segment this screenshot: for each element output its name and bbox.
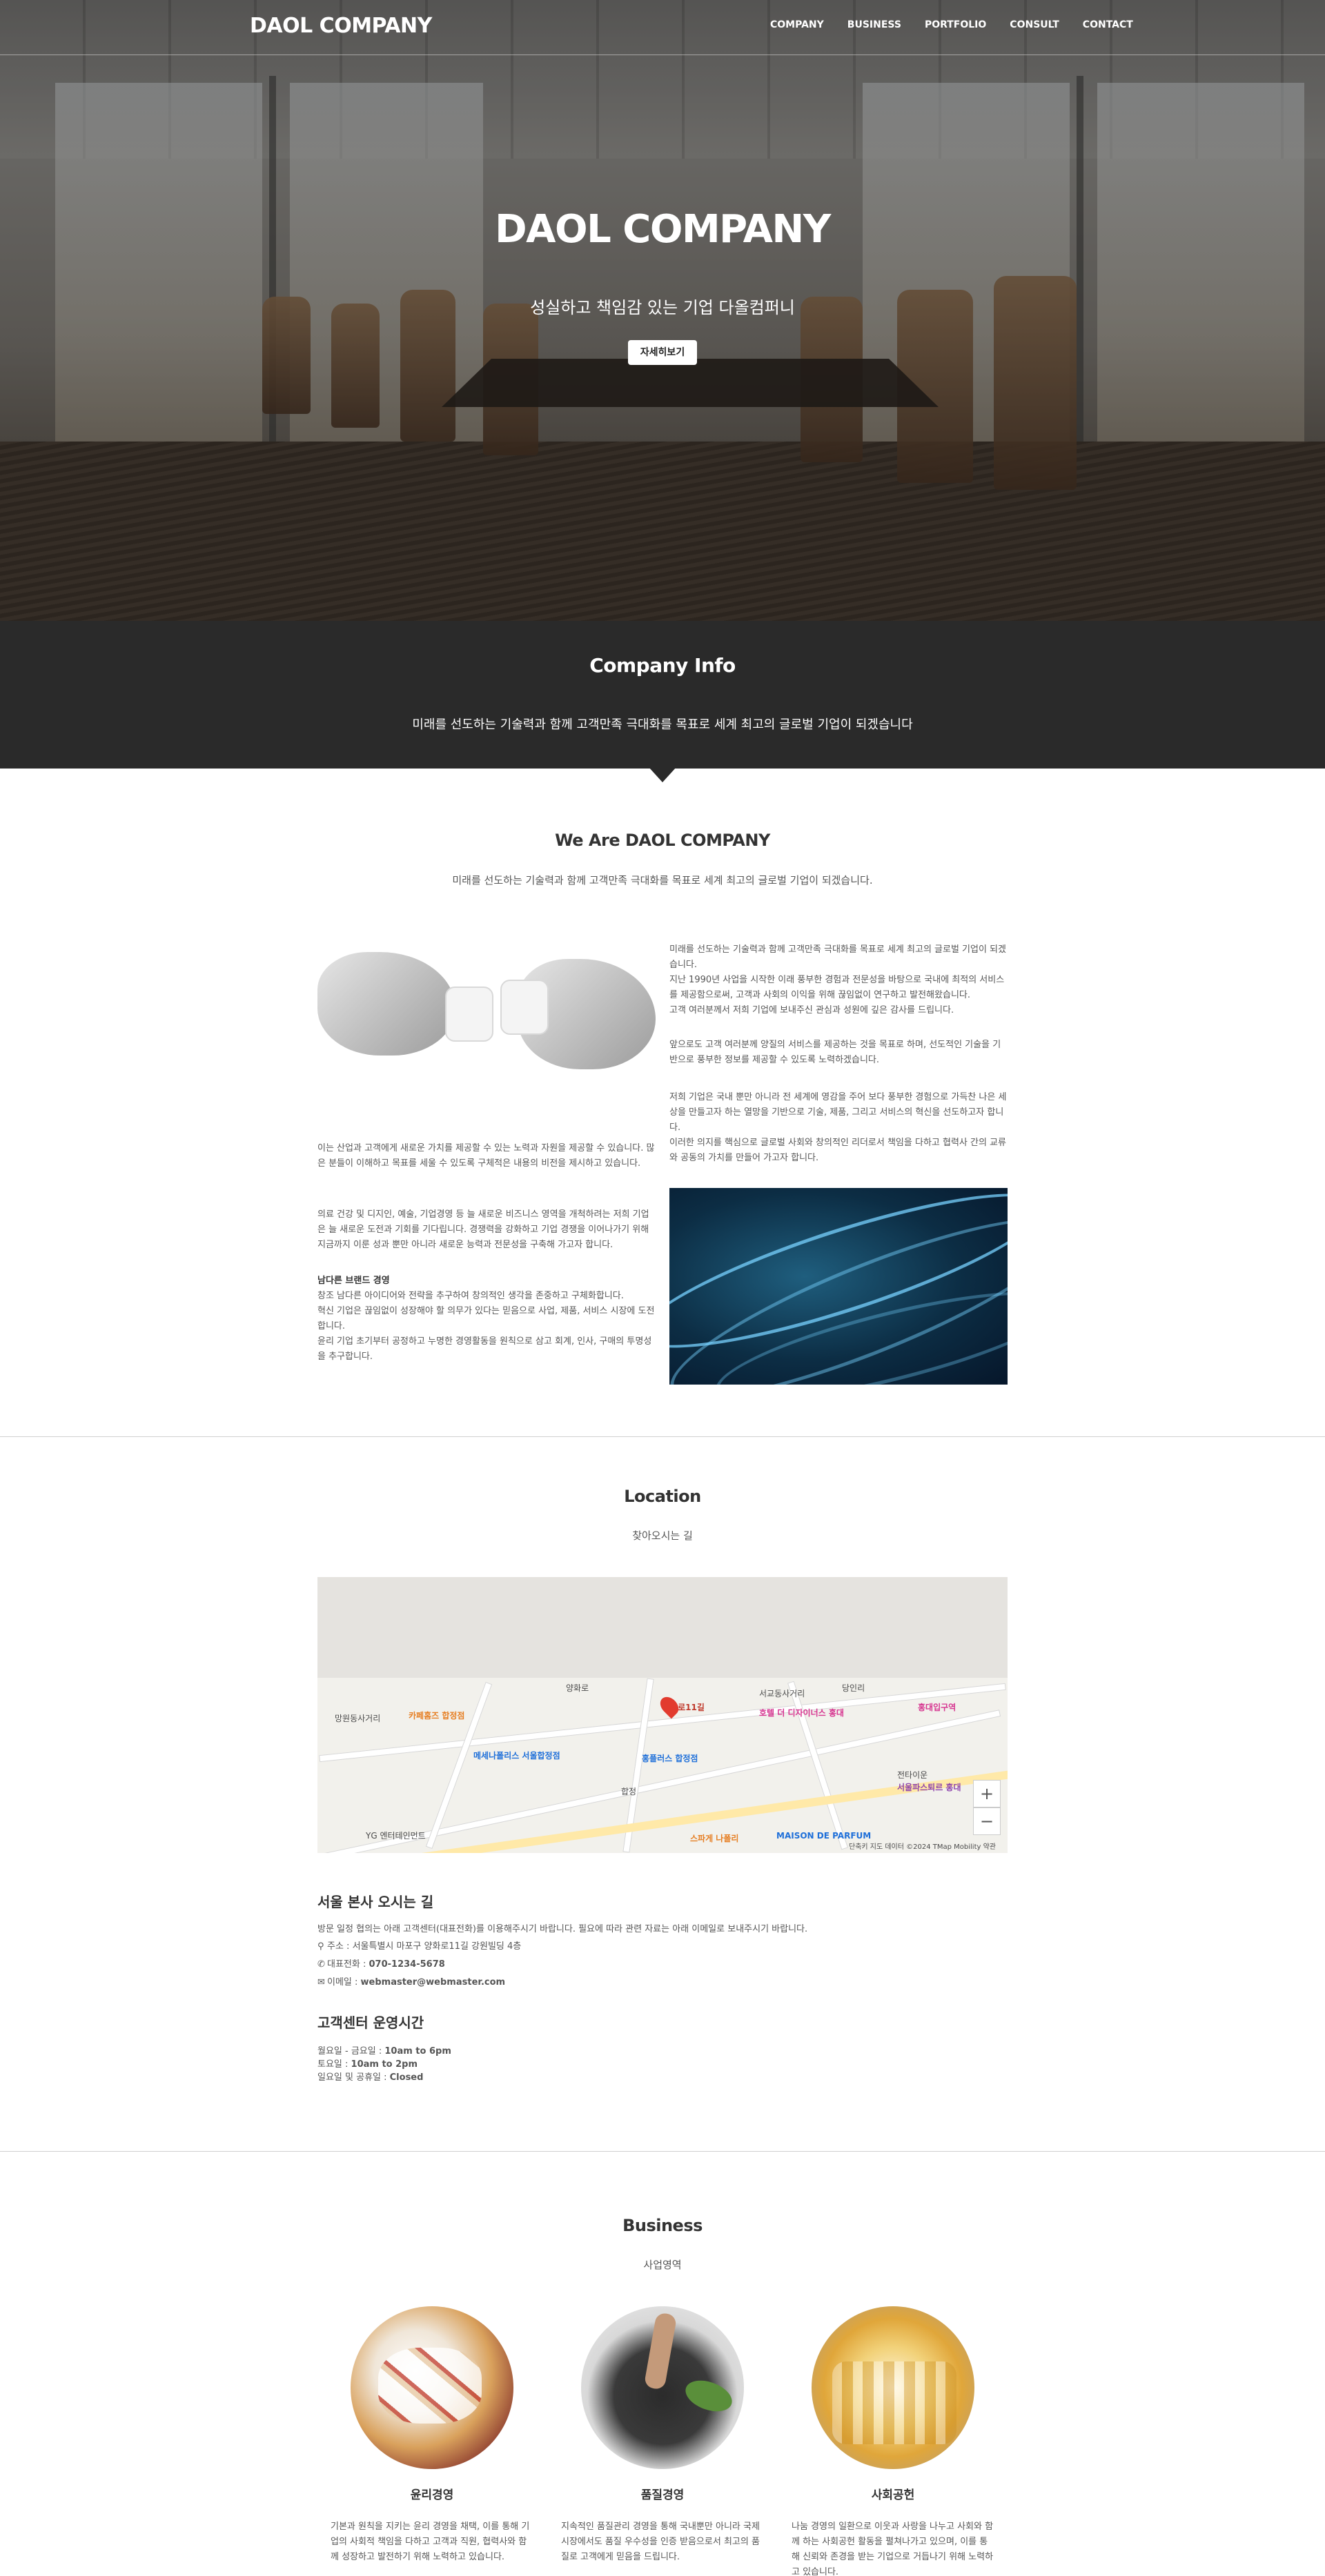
company-info-text: 미래를 선도하는 기술력과 함께 고객만족 극대화를 목표로 세계 최고의 글로… bbox=[412, 717, 913, 732]
address-label: 주소 : bbox=[327, 1941, 353, 1952]
hours-line: 월요일 - 금요일 : 10am to 6pm bbox=[317, 2043, 451, 2057]
map-road bbox=[319, 1683, 1006, 1763]
pills-texture bbox=[378, 2348, 482, 2424]
weare-subtitle: 미래를 선도하는 기술력과 함께 고객만족 극대화를 목표로 세계 최고의 글로… bbox=[452, 874, 873, 886]
address-line: ⚲ 주소 : 서울특별시 마포구 양화로11길 강원빌딩 4층 bbox=[317, 1939, 521, 1952]
hours-label: 월요일 - 금요일 : bbox=[317, 2046, 385, 2057]
business-item-text: 기본과 원칙을 지키는 윤리 경영을 채택, 이를 통해 기업의 사회적 책임을… bbox=[331, 2521, 530, 2562]
weare-paragraph-5: 의료 건강 및 디지인, 예술, 기업경영 등 늘 새로운 비즈니스 영역을 개… bbox=[317, 1209, 649, 1250]
address-value: 서울특별시 마포구 양화로11길 강원빌딩 4층 bbox=[352, 1941, 522, 1952]
phone-value[interactable]: 070-1234-5678 bbox=[369, 1959, 445, 1970]
business-item-text: 나눔 경영의 일환으로 이웃과 사랑을 나누고 사회와 함께 하는 사회공헌 활… bbox=[792, 2521, 994, 2576]
map-label: YG 엔터테인먼트 bbox=[366, 1831, 426, 1841]
business-item-text: 지속적인 품질관리 경영을 통해 국내뿐만 아니라 국제시장에서도 품질 우수성… bbox=[561, 2521, 760, 2562]
weare-title: We Are DAOL COMPANY bbox=[555, 831, 770, 850]
map-label: 전타이운 bbox=[897, 1770, 928, 1780]
map-label: 합정 bbox=[621, 1787, 637, 1796]
phone-icon: ✆ bbox=[317, 1959, 325, 1970]
dna-image bbox=[669, 1188, 1008, 1385]
email-line: ✉ 이메일 : webmaster@webmaster.com bbox=[317, 1974, 505, 1988]
map-label: 양화로 bbox=[566, 1683, 589, 1693]
menu-item-portfolio[interactable]: PORTFOLIO bbox=[925, 19, 986, 30]
map-poi: 스파게 나폴리 bbox=[690, 1834, 739, 1843]
puzzle-piece bbox=[445, 987, 493, 1042]
weare-paragraph-1: 미래를 선도하는 기술력과 함께 고객만족 극대화를 목표로 세계 최고의 글로… bbox=[669, 944, 1006, 1015]
bottles-texture bbox=[832, 2361, 956, 2444]
left-hand bbox=[317, 952, 455, 1056]
map-poi: 서울파스퇴르 홍대 bbox=[897, 1783, 961, 1792]
map-label: 당인리 bbox=[842, 1683, 865, 1693]
menu-item-contact[interactable]: CONTACT bbox=[1083, 19, 1133, 30]
location-title: Location bbox=[624, 1487, 701, 1506]
hours-value: Closed bbox=[389, 2072, 424, 2083]
site-logo[interactable]: DAOL COMPANY bbox=[250, 14, 432, 38]
map-poi: MAISON DE PARFUM bbox=[776, 1831, 872, 1841]
brand-text: 창조 남다른 아이디어와 전략을 추구하여 창의적인 생각을 존중하고 구체화합… bbox=[317, 1291, 655, 1362]
hours-value: 10am to 6pm bbox=[384, 2046, 451, 2057]
pestle-hand bbox=[643, 2312, 678, 2390]
puzzle-hands-image bbox=[317, 938, 656, 1087]
hours-line: 토요일 : 10am to 2pm bbox=[317, 2057, 418, 2070]
phone-line: ✆ 대표전화 : 070-1234-5678 bbox=[317, 1956, 445, 1970]
map-poi: 메세나폴리스 서울합정점 bbox=[473, 1751, 560, 1761]
map-poi: 홍플러스 합정점 bbox=[642, 1754, 698, 1763]
puzzle-piece bbox=[500, 980, 549, 1035]
brand-heading: 남다른 브랜드 경영 bbox=[317, 1274, 656, 1289]
hours-label: 일요일 및 공휴일 : bbox=[317, 2072, 390, 2083]
herb-leaves bbox=[681, 2375, 736, 2417]
map-poi: 홍대입구역 bbox=[918, 1703, 956, 1712]
top-navigation: DAOL COMPANY COMPANY BUSINESS PORTFOLIO … bbox=[0, 0, 1325, 55]
lab-bottles-image bbox=[812, 2306, 974, 2469]
business-item-title: 윤리경영 bbox=[410, 2488, 454, 2502]
down-arrow-icon bbox=[649, 767, 676, 782]
map-poi: 호텔 더 디자이너스 홍대 bbox=[759, 1708, 844, 1718]
weare-paragraph-2: 앞으로도 고객 여러분께 양질의 서비스를 제공하는 것을 목표로 하며, 선도… bbox=[669, 1040, 1001, 1065]
brand-heading-text: 남다른 브랜드 경영 bbox=[317, 1276, 390, 1286]
envelope-icon: ✉ bbox=[317, 1977, 325, 1988]
hours-heading: 고객센터 운영시간 bbox=[317, 2014, 424, 2031]
hours-label: 토요일 : bbox=[317, 2059, 351, 2070]
hours-line: 일요일 및 공휴일 : Closed bbox=[317, 2070, 423, 2083]
menu-item-company[interactable]: COMPANY bbox=[770, 19, 824, 30]
business-title: Business bbox=[622, 2216, 703, 2235]
mortar-image bbox=[581, 2306, 744, 2469]
menu-item-consult[interactable]: CONSULT bbox=[1010, 19, 1059, 30]
menu-item-business[interactable]: BUSINESS bbox=[847, 19, 901, 30]
map-poi: 카페홈즈 합정점 bbox=[409, 1711, 465, 1721]
main-menu: COMPANY BUSINESS PORTFOLIO CONSULT CONTA… bbox=[770, 19, 1157, 30]
map-copyright: 단축키 지도 데이터 ©2024 TMap Mobility 약관 bbox=[849, 1843, 997, 1851]
map-label: 망원동사거리 bbox=[335, 1714, 381, 1723]
hq-description: 방문 일정 협의는 아래 고객센터(대표전화)를 이용해주시기 바랍니다. 필요… bbox=[317, 1924, 808, 1934]
map-label: 서교동사거리 bbox=[759, 1689, 805, 1698]
zoom-out-button[interactable]: − bbox=[973, 1807, 1001, 1835]
map-marker-icon: ⚲ bbox=[317, 1941, 324, 1952]
location-map[interactable]: 양화로 서교동사거리 망원동사거리 양화로11길 호텔 더 디자이너스 홍대 카… bbox=[317, 1577, 1008, 1853]
company-info-title: Company Info bbox=[589, 654, 736, 677]
weare-paragraph-4: 이는 산업과 고객에게 새로운 가치를 제공할 수 있는 노력과 자원을 제공할… bbox=[317, 1143, 655, 1169]
email-label: 이메일 : bbox=[327, 1977, 361, 1988]
location-subtitle: 찾아오시는 길 bbox=[632, 1529, 693, 1542]
pills-image bbox=[351, 2306, 513, 2469]
business-item-title: 사회공헌 bbox=[871, 2488, 915, 2502]
hero-subtitle: 성실하고 책임감 있는 기업 다올컴퍼니 bbox=[530, 298, 795, 317]
hero-more-button[interactable]: 자세히보기 bbox=[628, 340, 697, 365]
business-subtitle: 사업영역 bbox=[643, 2259, 682, 2271]
company-info-band: Company Info 미래를 선도하는 기술력과 함께 고객만족 극대화를 … bbox=[0, 621, 1325, 769]
hours-value: 10am to 2pm bbox=[351, 2059, 418, 2070]
hero-title: DAOL COMPANY bbox=[495, 207, 831, 252]
business-item-title: 품질경영 bbox=[640, 2488, 685, 2502]
weare-paragraph-3: 저희 기업은 국내 뿐만 아니라 전 세계에 영감을 주어 보다 풍부한 경험으… bbox=[669, 1092, 1007, 1163]
zoom-in-button[interactable]: + bbox=[973, 1780, 1001, 1807]
hq-heading: 서울 본사 오시는 길 bbox=[317, 1894, 434, 1910]
email-value[interactable]: webmaster@webmaster.com bbox=[361, 1977, 506, 1988]
phone-label: 대표전화 : bbox=[327, 1959, 369, 1970]
section-divider bbox=[0, 1436, 1325, 1437]
section-divider bbox=[0, 2151, 1325, 2152]
